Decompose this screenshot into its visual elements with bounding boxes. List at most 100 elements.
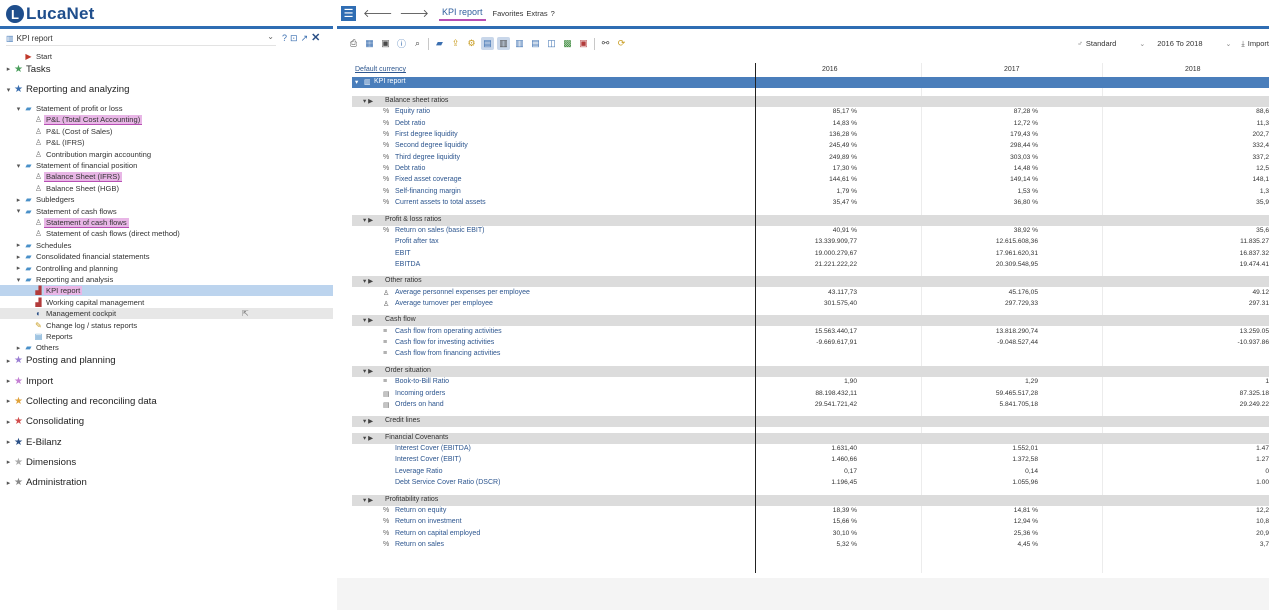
expand-arrow-icon[interactable]: ▾ <box>14 162 23 170</box>
group-row[interactable]: ▾ ▶ Credit lines <box>352 416 1269 428</box>
value-cell-2017[interactable]: 14,81 % <box>918 507 1038 514</box>
table-row[interactable]: ♙ Average turnover per employee 301.575,40… <box>352 299 1269 310</box>
tree-item[interactable]: ▸ ★ E-Bilanz <box>0 435 333 449</box>
table-row[interactable]: ♙ Average personnel expenses per employee… <box>352 288 1269 299</box>
tree-item[interactable]: ♙ P&L (IFRS) <box>0 137 333 148</box>
tree-item[interactable]: ▾ ▰ Statement of cash flows <box>0 206 333 217</box>
period-select[interactable]: 2016 To 2018 ⌄ <box>1157 39 1231 48</box>
value-cell-2017[interactable]: 1.372,58 <box>918 456 1038 463</box>
tree-item[interactable]: ▸ ▰ Subledgers <box>0 194 333 205</box>
value-cell-2018[interactable]: -10.937.86 <box>1149 339 1269 346</box>
value-cell-2017[interactable]: 25,36 % <box>918 530 1038 537</box>
value-cell-2018[interactable]: 35,9 <box>1149 199 1269 206</box>
value-cell-2017[interactable]: 12.615.608,36 <box>918 238 1038 245</box>
value-cell-2017[interactable]: 297.729,33 <box>918 300 1038 307</box>
tree-item[interactable]: ♙ Balance Sheet (IFRS) <box>0 171 333 182</box>
settings-gear-icon[interactable]: ⚙ <box>465 37 478 50</box>
table-row[interactable]: ▤ Orders on hand 29.541.721,42 5.841.705,18… <box>352 400 1269 411</box>
table-row[interactable]: % Return on sales 5,32 % 4,45 % 3,7 <box>352 540 1269 551</box>
table-row[interactable]: % Equity ratio 85,17 % 87,28 % 88,6 <box>352 107 1269 118</box>
table-row[interactable]: ≡ Cash flow for investing activities -9.66… <box>352 338 1269 349</box>
tree-item[interactable]: ▸ ▰ Controlling and planning <box>0 263 333 274</box>
value-cell-2017[interactable]: 1,53 % <box>918 188 1038 195</box>
expand-arrow-icon[interactable]: ▸ <box>14 264 23 272</box>
table-row[interactable]: ≡ Cash flow from operating activities 15.5… <box>352 327 1269 338</box>
tab-kpi-report[interactable]: KPI report <box>439 5 486 21</box>
value-cell-2017[interactable]: 87,28 % <box>918 108 1038 115</box>
back-arrow-icon[interactable]: 🡐 <box>363 6 393 20</box>
table-row[interactable]: % Third degree liquidity 249,89 % 303,03 % 3… <box>352 153 1269 164</box>
export-icon[interactable]: ▣ <box>577 37 590 50</box>
collapse-toggle-icon[interactable]: ▾ ▶ <box>363 216 373 224</box>
tree-item[interactable]: ▾ ★ Reporting and analyzing <box>0 83 333 97</box>
value-cell-2018[interactable]: 11.835.27 <box>1149 238 1269 245</box>
tree-item[interactable]: ▸ ★ Tasks <box>0 62 333 76</box>
value-cell-2017[interactable]: 1.552,01 <box>918 445 1038 452</box>
expand-arrow-icon[interactable]: ▸ <box>4 377 13 385</box>
value-cell-2018[interactable]: 35,6 <box>1149 227 1269 234</box>
value-cell-2018[interactable]: 16.837.32 <box>1149 250 1269 257</box>
table-row[interactable]: % Debt ratio 17,30 % 14,48 % 12,5 <box>352 164 1269 175</box>
expand-arrow-icon[interactable]: ▾ <box>14 105 23 113</box>
tree-item[interactable]: ▸ ★ Consolidating <box>0 415 333 429</box>
value-cell-2018[interactable]: 1.00 <box>1149 479 1269 486</box>
collapse-toggle-icon[interactable]: ▾ ▶ <box>363 417 373 425</box>
table-row[interactable]: EBIT 19.000.279,67 17.961.620,31 16.837.32 <box>352 249 1269 260</box>
tree-item[interactable]: ♙ Statement of cash flows <box>0 217 333 228</box>
table-row[interactable]: Debt Service Cover Ratio (DSCR) 1.196,45 1… <box>352 478 1269 489</box>
value-cell-2018[interactable]: 87.325.18 <box>1149 390 1269 397</box>
tree-item[interactable]: ♙ P&L (Cost of Sales) <box>0 126 333 137</box>
value-cell-2018[interactable]: 0 <box>1149 468 1269 475</box>
tree-item[interactable]: ▾ ▰ Reporting and analysis <box>0 274 333 285</box>
tree-item[interactable]: ▶ Start <box>0 51 333 62</box>
tree-item[interactable]: ▸ ▰ Consolidated financial statements <box>0 251 333 262</box>
value-cell-2017[interactable]: 303,03 % <box>918 154 1038 161</box>
tree-item[interactable]: ▾ ▰ Statement of profit or loss <box>0 103 333 114</box>
tree-item[interactable]: ▟ Working capital management <box>0 297 333 308</box>
table-view-icon[interactable]: ▦ <box>363 37 376 50</box>
value-cell-2018[interactable]: 12,2 <box>1149 507 1269 514</box>
table-row[interactable]: % Fixed asset coverage 144,61 % 149,14 % 148… <box>352 175 1269 186</box>
expand-arrow-icon[interactable]: ▸ <box>4 357 13 365</box>
view-select[interactable]: ♂ Standard ⌄ <box>1077 39 1145 48</box>
tree-item[interactable]: ♙ Contribution margin accounting <box>0 149 333 160</box>
value-cell-2017[interactable]: 17.961.620,31 <box>918 250 1038 257</box>
table-row[interactable]: ▤ Incoming orders 88.198.432,11 59.465.517,… <box>352 389 1269 400</box>
value-cell-2018[interactable]: 10,8 <box>1149 518 1269 525</box>
grid-layout-icon[interactable]: ▤ <box>481 37 494 50</box>
expand-arrow-icon[interactable]: ▸ <box>14 344 23 352</box>
expand-arrow-icon[interactable]: ▸ <box>4 479 13 487</box>
search-icon[interactable]: ⌕ <box>411 37 424 50</box>
value-cell-2017[interactable]: 13.818.290,74 <box>918 328 1038 335</box>
value-cell-2018[interactable]: 29.249.22 <box>1149 401 1269 408</box>
value-cell-2017[interactable]: 179,43 % <box>918 131 1038 138</box>
tree-item[interactable]: ♙ Balance Sheet (HGB) <box>0 183 333 194</box>
tree-item[interactable]: ▟ KPI report <box>0 285 333 297</box>
tree-item[interactable]: ◐ Management cockpit ⇱ <box>0 308 333 320</box>
collapse-toggle-icon[interactable]: ▾ ▶ <box>363 367 373 375</box>
extras-menu[interactable]: Extras <box>526 9 547 18</box>
value-cell-2017[interactable]: 12,94 % <box>918 518 1038 525</box>
table-row[interactable]: % Return on equity 18,39 % 14,81 % 12,2 <box>352 506 1269 517</box>
value-cell-2017[interactable]: 5.841.705,18 <box>918 401 1038 408</box>
value-cell-2018[interactable]: 148,1 <box>1149 176 1269 183</box>
default-currency-header[interactable]: Default currency <box>355 66 406 73</box>
value-cell-2018[interactable]: 1.47 <box>1149 445 1269 452</box>
table-row[interactable]: ≡ Book-to-Bill Ratio 1,90 1,29 1 <box>352 377 1269 388</box>
open-folder-icon[interactable]: ▰ <box>433 37 446 50</box>
expand-arrow-icon[interactable]: ▸ <box>4 65 13 73</box>
expand-arrow-icon[interactable]: ▸ <box>14 196 23 204</box>
tree-item[interactable]: ▾ ▰ Statement of financial position <box>0 160 333 171</box>
columns-icon[interactable]: ▥ <box>513 37 526 50</box>
value-cell-2017[interactable]: 298,44 % <box>918 142 1038 149</box>
link-icon[interactable]: ⚯ <box>599 37 612 50</box>
calendar-icon[interactable]: ▣ <box>379 37 392 50</box>
favorites-menu[interactable]: Favorites <box>493 9 524 18</box>
group-row[interactable]: ▾ ▶ Order situation <box>352 365 1269 377</box>
value-cell-2018[interactable]: 11,3 <box>1149 120 1269 127</box>
rows-icon[interactable]: ▤ <box>529 37 542 50</box>
value-cell-2017[interactable]: 38,92 % <box>918 227 1038 234</box>
tree-item[interactable]: ▸ ★ Administration <box>0 476 333 490</box>
group-row[interactable]: ▾ ▶ Cash flow <box>352 315 1269 327</box>
value-cell-2018[interactable]: 1.27 <box>1149 456 1269 463</box>
